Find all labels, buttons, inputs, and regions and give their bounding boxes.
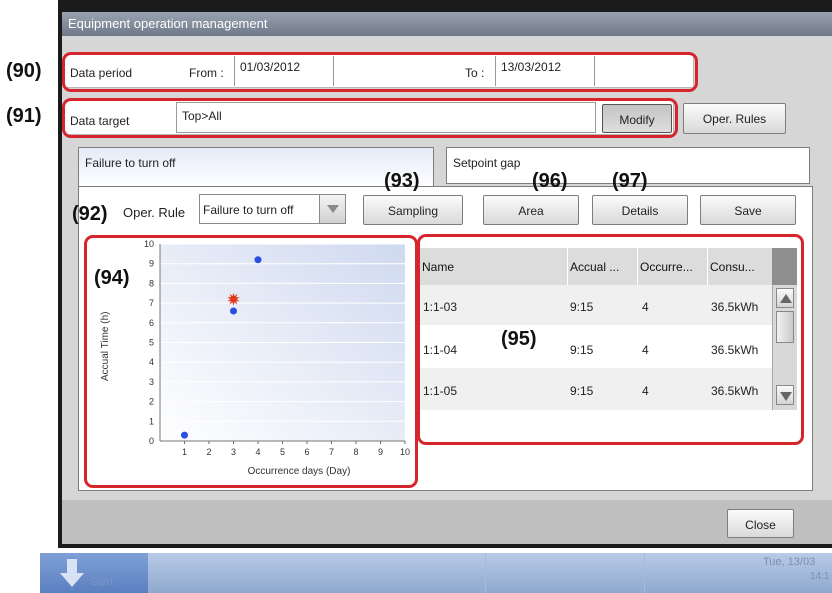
callout-97: (97) bbox=[612, 170, 648, 192]
taskbar-time: 14:1 bbox=[810, 571, 830, 582]
arrow-down-icon bbox=[58, 557, 86, 589]
highlight-91 bbox=[62, 98, 678, 138]
callout-94: (94) bbox=[94, 267, 130, 289]
callout-90: (90) bbox=[6, 60, 42, 82]
oper-rule-select[interactable]: Failure to turn off bbox=[199, 194, 346, 224]
taskbar: Start Tue, 13/03 14:1 bbox=[40, 553, 832, 593]
oper-rule-label: Oper. Rule bbox=[123, 205, 186, 220]
save-button[interactable]: Save bbox=[700, 195, 796, 225]
area-button[interactable]: Area bbox=[483, 195, 579, 225]
tab-failure-to-turn-off[interactable]: Failure to turn off bbox=[78, 147, 434, 187]
details-button[interactable]: Details bbox=[592, 195, 688, 225]
highlight-90 bbox=[62, 52, 698, 92]
window-footer bbox=[62, 500, 832, 544]
callout-91: (91) bbox=[6, 105, 42, 127]
oper-rule-value: Failure to turn off bbox=[203, 203, 294, 217]
oper-rules-button[interactable]: Oper. Rules bbox=[683, 103, 786, 134]
callout-93: (93) bbox=[384, 170, 420, 192]
taskbar-divider bbox=[644, 553, 645, 593]
taskbar-date: Tue, 13/03 bbox=[763, 556, 816, 568]
callout-95: (95) bbox=[501, 328, 537, 350]
taskbar-divider bbox=[485, 553, 486, 593]
callout-92: (92) bbox=[72, 203, 108, 225]
highlight-95 bbox=[417, 234, 804, 445]
close-button[interactable]: Close bbox=[727, 509, 794, 538]
start-button[interactable]: Start bbox=[40, 553, 148, 593]
window-title: Equipment operation management bbox=[62, 12, 832, 36]
start-label: Start bbox=[90, 576, 114, 588]
callout-96: (96) bbox=[532, 170, 568, 192]
highlight-94 bbox=[84, 235, 418, 488]
chevron-down-icon[interactable] bbox=[319, 195, 345, 223]
sampling-button[interactable]: Sampling bbox=[363, 195, 463, 225]
